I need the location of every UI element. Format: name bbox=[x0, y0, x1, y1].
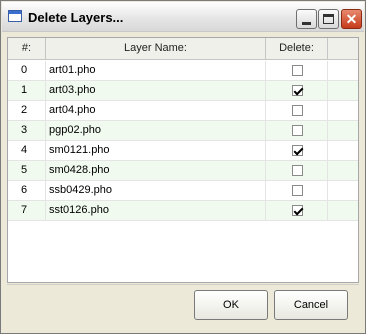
layers-table: #: Layer Name: Delete: 0 art01.pho 1 art03.… bbox=[7, 37, 359, 283]
row-number: 3 bbox=[8, 121, 46, 141]
delete-checkbox[interactable] bbox=[292, 185, 303, 196]
table-body: 0 art01.pho 1 art03.pho 2 art04.pho 3 pgp02.pho… bbox=[8, 61, 358, 221]
cancel-button[interactable]: Cancel bbox=[274, 290, 348, 320]
table-row[interactable]: 6 ssb0429.pho bbox=[8, 181, 358, 201]
table-row[interactable]: 2 art04.pho bbox=[8, 101, 358, 121]
layer-name-cell: sst0126.pho bbox=[46, 201, 266, 221]
table-row[interactable]: 3 pgp02.pho bbox=[8, 121, 358, 141]
row-number: 2 bbox=[8, 101, 46, 121]
delete-checkbox[interactable] bbox=[292, 165, 303, 176]
column-header-filler bbox=[328, 38, 358, 59]
delete-checkbox[interactable] bbox=[292, 85, 303, 96]
delete-cell bbox=[266, 181, 328, 201]
delete-cell bbox=[266, 141, 328, 161]
row-number: 7 bbox=[8, 201, 46, 221]
column-header-layer-name[interactable]: Layer Name: bbox=[46, 38, 266, 59]
delete-checkbox[interactable] bbox=[292, 65, 303, 76]
window-title: Delete Layers... bbox=[28, 10, 124, 25]
layer-name-cell: art04.pho bbox=[46, 101, 266, 121]
delete-cell bbox=[266, 201, 328, 221]
delete-cell bbox=[266, 161, 328, 181]
row-number: 6 bbox=[8, 181, 46, 201]
delete-cell bbox=[266, 81, 328, 101]
layer-name-cell: sm0121.pho bbox=[46, 141, 266, 161]
table-row[interactable]: 0 art01.pho bbox=[8, 61, 358, 81]
maximize-icon bbox=[323, 14, 334, 24]
delete-checkbox[interactable] bbox=[292, 205, 303, 216]
row-number: 4 bbox=[8, 141, 46, 161]
footer-divider bbox=[7, 284, 359, 285]
layer-name-cell: art01.pho bbox=[46, 61, 266, 81]
table-header: #: Layer Name: Delete: bbox=[8, 38, 358, 60]
close-button[interactable]: ✕ bbox=[341, 9, 362, 29]
delete-cell bbox=[266, 101, 328, 121]
delete-checkbox[interactable] bbox=[292, 125, 303, 136]
layer-name-cell: pgp02.pho bbox=[46, 121, 266, 141]
delete-cell bbox=[266, 61, 328, 81]
row-number: 0 bbox=[8, 61, 46, 81]
delete-checkbox[interactable] bbox=[292, 145, 303, 156]
layer-name-cell: sm0428.pho bbox=[46, 161, 266, 181]
window-icon bbox=[8, 10, 22, 22]
layer-name-cell: ssb0429.pho bbox=[46, 181, 266, 201]
minimize-button[interactable] bbox=[296, 9, 317, 29]
delete-layers-dialog: Delete Layers... ✕ #: Layer Name: Delete… bbox=[0, 0, 366, 334]
row-number: 5 bbox=[8, 161, 46, 181]
column-header-number[interactable]: #: bbox=[8, 38, 46, 59]
ok-button[interactable]: OK bbox=[194, 290, 268, 320]
title-bar[interactable]: Delete Layers... ✕ bbox=[2, 2, 364, 32]
minimize-icon bbox=[302, 22, 311, 25]
column-header-delete[interactable]: Delete: bbox=[266, 38, 328, 59]
maximize-button[interactable] bbox=[318, 9, 339, 29]
layer-name-cell: art03.pho bbox=[46, 81, 266, 101]
delete-cell bbox=[266, 121, 328, 141]
close-icon: ✕ bbox=[345, 11, 358, 27]
delete-checkbox[interactable] bbox=[292, 105, 303, 116]
table-row[interactable]: 5 sm0428.pho bbox=[8, 161, 358, 181]
table-row[interactable]: 7 sst0126.pho bbox=[8, 201, 358, 221]
row-number: 1 bbox=[8, 81, 46, 101]
table-row[interactable]: 1 art03.pho bbox=[8, 81, 358, 101]
table-row[interactable]: 4 sm0121.pho bbox=[8, 141, 358, 161]
